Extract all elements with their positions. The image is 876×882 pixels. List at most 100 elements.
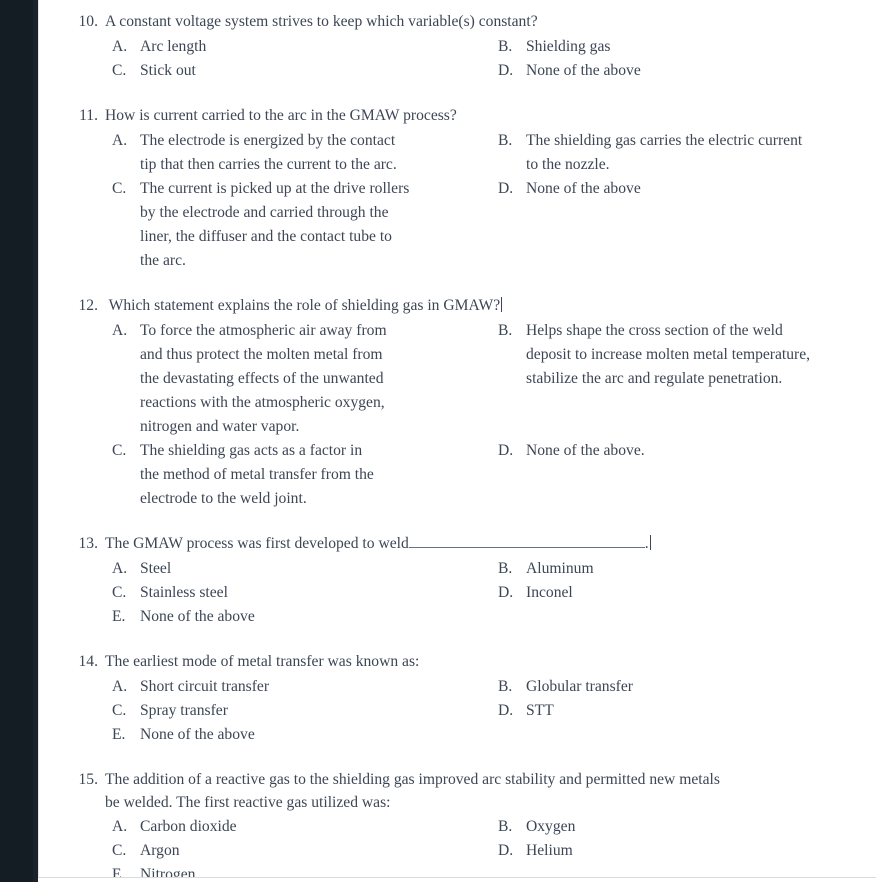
question-number: 15. — [78, 771, 99, 788]
option-text: None of the above — [526, 62, 641, 79]
answer-row: A. The electrode is energized by the con… — [64, 129, 876, 177]
answer-option-e[interactable]: E. None of the above — [112, 605, 502, 629]
option-letter: A. — [112, 678, 128, 695]
question-number: 12. — [78, 297, 99, 314]
answer-option-d[interactable]: D. None of the above. — [498, 439, 876, 463]
question-block: 12. Which statement explains the role of… — [64, 294, 876, 511]
answer-option-d[interactable]: D. STT — [498, 699, 876, 723]
question-text: The earliest mode of metal transfer was … — [105, 653, 420, 670]
answer-grid: A. To force the atmospheric air away fro… — [64, 319, 876, 511]
answer-option-a[interactable]: A. The electrode is energized by the con… — [112, 129, 502, 177]
document-page[interactable]: 10. A constant voltage system strives to … — [64, 0, 876, 882]
answer-grid: A. Steel B. Aluminum C. Stainless steel — [64, 557, 876, 629]
left-navigation-rail[interactable] — [0, 0, 33, 882]
question-number: 13. — [78, 535, 99, 552]
answer-option-c[interactable]: C. Stick out — [112, 59, 502, 83]
answer-option-a[interactable]: A. Short circuit transfer — [112, 675, 502, 699]
answer-row: A. Carbon dioxide B. Oxygen — [64, 815, 876, 839]
option-letter: D. — [498, 702, 514, 719]
option-text: The shielding gas carries the electric c… — [526, 132, 803, 173]
option-text: Arc length — [140, 38, 207, 55]
question-prompt: 14. The earliest mode of metal transfer w… — [64, 650, 876, 674]
option-letter: B. — [498, 132, 513, 149]
option-text: Carbon dioxide — [140, 818, 237, 835]
option-text: None of the above — [526, 180, 641, 197]
option-letter: D. — [498, 180, 514, 197]
option-letter: D. — [498, 62, 514, 79]
page-left-gutter — [38, 0, 65, 882]
option-text: Inconel — [526, 584, 573, 601]
answer-row: A. Arc length B. Shielding gas — [64, 35, 876, 59]
answer-option-e[interactable]: E. None of the above — [112, 723, 502, 747]
option-letter: D. — [498, 842, 514, 859]
question-text: Which statement explains the role of shi… — [105, 297, 501, 314]
option-text: STT — [526, 702, 554, 719]
answer-option-a[interactable]: A. To force the atmospheric air away fro… — [112, 319, 502, 439]
option-text: None of the above — [140, 726, 255, 743]
option-letter: B. — [498, 818, 513, 835]
answer-option-a[interactable]: A. Carbon dioxide — [112, 815, 502, 839]
question-number: 10. — [78, 13, 99, 30]
answer-option-b[interactable]: B. Shielding gas — [498, 35, 876, 59]
option-letter: C. — [112, 584, 127, 601]
answer-row: A. Steel B. Aluminum — [64, 557, 876, 581]
question-text: A constant voltage system strives to kee… — [105, 13, 538, 30]
answer-option-a[interactable]: A. Steel — [112, 557, 502, 581]
option-letter: A. — [112, 818, 128, 835]
option-letter: D. — [498, 584, 514, 601]
answer-grid: A. Carbon dioxide B. Oxygen C. Argon D. … — [64, 815, 876, 882]
question-block: 11. How is current carried to the arc in … — [64, 104, 876, 273]
option-text: Spray transfer — [140, 702, 228, 719]
answer-row: C. Stainless steel D. Inconel — [64, 581, 876, 605]
text-cursor — [649, 535, 651, 550]
question-prompt: 11. How is current carried to the arc in … — [64, 104, 876, 128]
answer-row: C. Spray transfer D. STT — [64, 699, 876, 723]
answer-option-b[interactable]: B. The shielding gas carries the electri… — [498, 129, 876, 177]
option-letter: B. — [498, 560, 513, 577]
option-letter: B. — [498, 678, 513, 695]
question-number: 11. — [79, 107, 98, 124]
option-text: Argon — [140, 842, 180, 859]
option-letter: E. — [112, 608, 126, 625]
option-text: Shielding gas — [526, 38, 611, 55]
answer-option-d[interactable]: D. Helium — [498, 839, 876, 863]
answer-option-c[interactable]: C. Spray transfer — [112, 699, 502, 723]
answer-option-c[interactable]: C. Stainless steel — [112, 581, 502, 605]
question-prompt-continuation: be welded. The first reactive gas utiliz… — [105, 794, 391, 811]
option-letter: C. — [112, 842, 127, 859]
answer-option-c[interactable]: C. The current is picked up at the drive… — [112, 177, 502, 273]
answer-option-d[interactable]: D. Inconel — [498, 581, 876, 605]
app-viewport: 10. A constant voltage system strives to … — [0, 0, 876, 882]
option-text: The shielding gas acts as a factor in th… — [140, 442, 374, 507]
question-text: The addition of a reactive gas to the sh… — [105, 771, 720, 788]
option-letter: B. — [498, 322, 513, 339]
answer-row: A. To force the atmospheric air away fro… — [64, 319, 876, 439]
answer-row: C. Argon D. Helium — [64, 839, 876, 863]
question-block: 13. The GMAW process was first developed … — [64, 532, 876, 629]
document-body: 10. A constant voltage system strives to … — [64, 0, 876, 882]
fill-in-blank-rule[interactable] — [408, 534, 645, 548]
answer-grid: A. The electrode is energized by the con… — [64, 129, 876, 273]
text-cursor — [501, 297, 503, 312]
question-prompt: 10. A constant voltage system strives to … — [64, 10, 876, 34]
option-text: None of the above — [140, 608, 255, 625]
option-letter: C. — [112, 180, 127, 197]
option-letter: B. — [498, 38, 513, 55]
answer-option-b[interactable]: B. Helps shape the cross section of the … — [498, 319, 876, 391]
answer-option-d[interactable]: D. None of the above — [498, 177, 876, 201]
answer-option-c[interactable]: C. Argon — [112, 839, 502, 863]
option-text: Helium — [526, 842, 573, 859]
answer-option-c[interactable]: C. The shielding gas acts as a factor in… — [112, 439, 502, 511]
answer-option-b[interactable]: B. Aluminum — [498, 557, 876, 581]
page-bottom-divider — [38, 877, 876, 878]
answer-option-b[interactable]: B. Globular transfer — [498, 675, 876, 699]
option-text: None of the above. — [526, 442, 645, 459]
answer-row: A. Short circuit transfer B. Globular tr… — [64, 675, 876, 699]
answer-option-a[interactable]: A. Arc length — [112, 35, 502, 59]
option-text: Stainless steel — [140, 584, 228, 601]
answer-option-b[interactable]: B. Oxygen — [498, 815, 876, 839]
answer-row: C. The shielding gas acts as a factor in… — [64, 439, 876, 511]
prompt-tail-period: . — [644, 535, 649, 552]
answer-option-d[interactable]: D. None of the above — [498, 59, 876, 83]
option-text: Steel — [140, 560, 172, 577]
